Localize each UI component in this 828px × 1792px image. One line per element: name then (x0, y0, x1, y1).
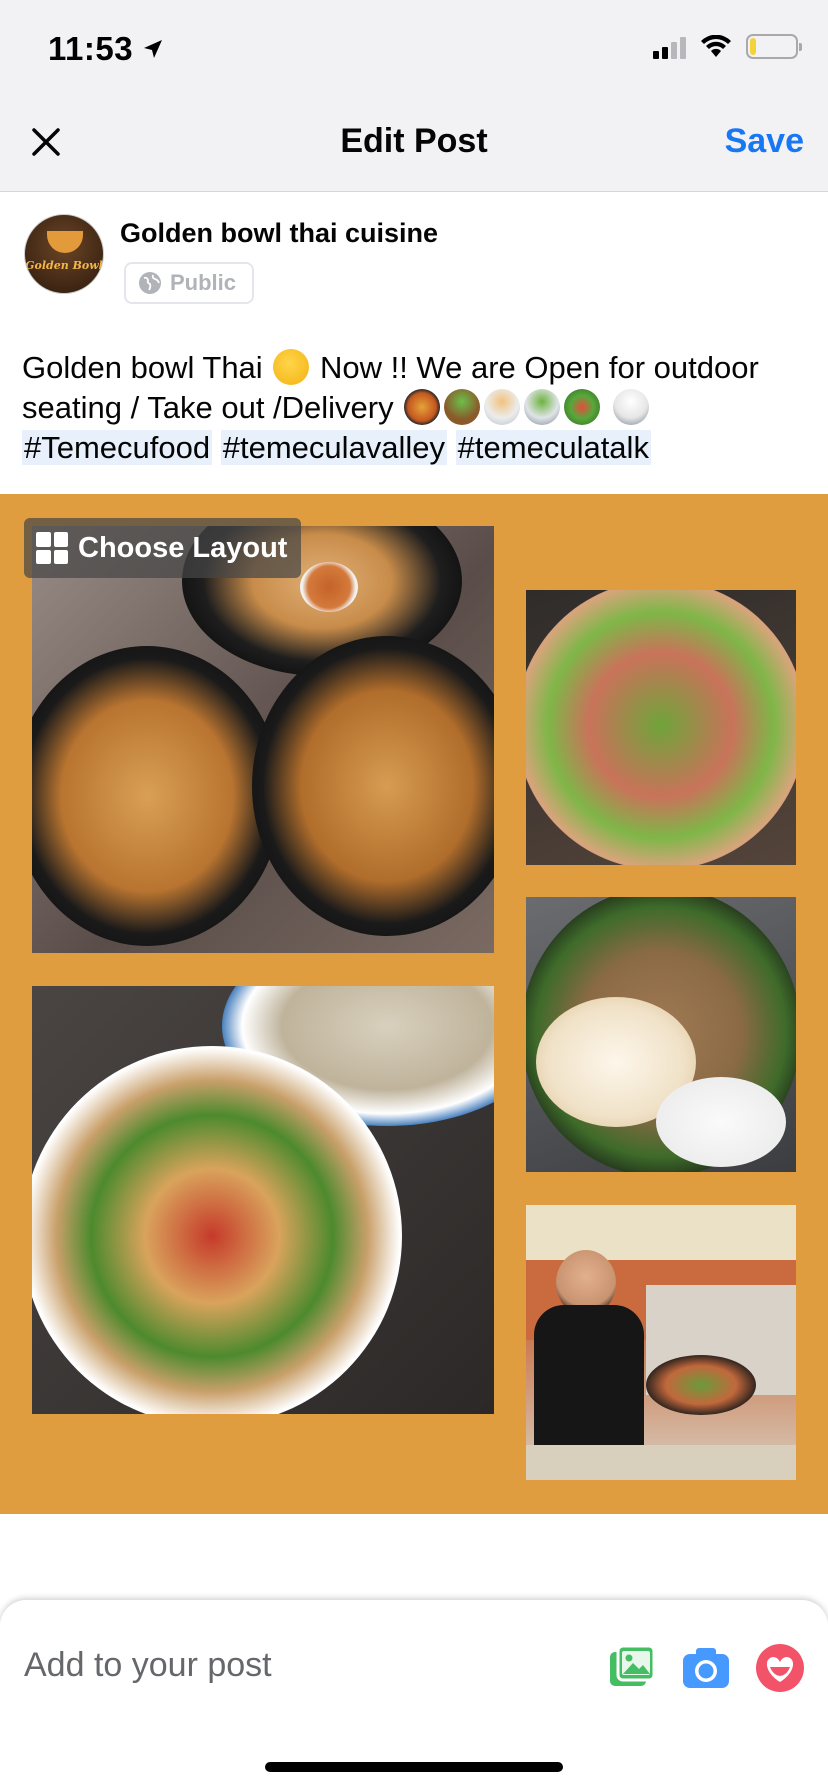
feeling-icon[interactable] (754, 1642, 806, 1694)
save-button[interactable]: Save (725, 122, 804, 161)
hashtag[interactable]: #Temecufood (22, 430, 213, 465)
add-to-post-sheet[interactable]: Add to your post (0, 1600, 828, 1792)
wifi-icon (701, 34, 731, 57)
status-indicators (653, 34, 802, 59)
choose-layout-button[interactable]: Choose Layout (24, 518, 302, 578)
salad-bowl-emoji (444, 389, 481, 425)
photo-icon[interactable] (606, 1642, 658, 1694)
basil-chicken-egg-photo[interactable] (526, 897, 796, 1172)
status-bar: 11:53 (0, 0, 828, 100)
choose-layout-label: Choose Layout (78, 531, 288, 564)
battery-icon (746, 34, 802, 59)
home-indicator[interactable] (265, 1762, 563, 1772)
camera-icon[interactable] (680, 1642, 732, 1694)
status-time-text: 11:53 (48, 30, 134, 67)
green-salad-emoji (564, 389, 601, 425)
avatar[interactable]: Golden Bowl (24, 214, 104, 294)
noodle-bowl-emoji (484, 389, 521, 425)
seafood-salad-photo[interactable] (526, 590, 796, 865)
add-to-post-label: Add to your post (24, 1646, 272, 1684)
location-arrow-icon (144, 40, 163, 58)
yum-face-emoji (273, 349, 310, 385)
nav-bar: Edit Post Save (0, 100, 828, 192)
layout-grid-icon (36, 532, 68, 564)
author-name: Golden bowl thai cuisine (120, 218, 439, 248)
hashtag[interactable]: #temeculavalley (220, 430, 448, 465)
avatar-brand-text: Golden Bowl (25, 259, 103, 272)
paella-emoji (404, 389, 441, 425)
hashtag[interactable]: #temeculatalk (455, 430, 651, 465)
privacy-selector[interactable]: Public (124, 262, 255, 304)
photo-collage: Choose Layout (0, 494, 828, 1514)
seafood-soup-photo[interactable] (32, 986, 494, 1414)
cellular-signal-icon (653, 35, 686, 59)
staff-serving-photo[interactable] (526, 1205, 796, 1480)
status-time: 11:53 (48, 30, 165, 68)
pad-thai-satay-photo[interactable] (32, 526, 494, 953)
post-text-part1: Golden bowl Thai (22, 350, 263, 385)
rice-emoji (612, 389, 649, 425)
page-title: Edit Post (340, 122, 488, 160)
post-author: Golden Bowl Golden bowl thai cuisine Pub… (24, 214, 804, 304)
post-text-input[interactable]: Golden bowl Thai Now !! We are Open for … (22, 348, 812, 468)
soup-bowl-emoji (524, 389, 561, 425)
add-to-post-icons (606, 1642, 806, 1694)
privacy-label: Public (170, 270, 237, 295)
globe-icon (139, 272, 161, 294)
